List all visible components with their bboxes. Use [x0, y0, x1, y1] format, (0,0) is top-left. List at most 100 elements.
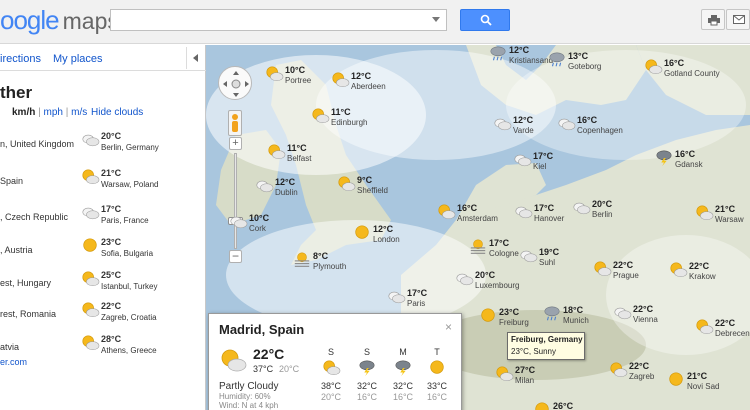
weather-source-link[interactable]: er.com — [0, 357, 27, 367]
partly-cloudy-icon — [592, 260, 612, 278]
cloudy-icon — [492, 115, 512, 133]
close-icon[interactable]: × — [445, 320, 452, 334]
marker-city: Suhl — [539, 258, 556, 267]
sun-icon — [352, 224, 372, 242]
panel-city-row[interactable]: 23°C Sofia, Bulgaria — [80, 235, 190, 265]
collapse-panel-button[interactable] — [186, 47, 206, 69]
panel-city-row[interactable]: 22°C Zagreb, Croatia — [80, 299, 190, 329]
marker-temperature: 17°C — [407, 288, 428, 298]
partly-cloudy-icon — [80, 168, 102, 188]
search-button[interactable] — [460, 9, 510, 31]
pan-control[interactable] — [218, 66, 252, 100]
panel-city-row[interactable]: 20°C Berlin, Germany — [80, 129, 190, 159]
panel-city-row[interactable]: 21°C Warsaw, Poland — [80, 166, 190, 196]
zoom-out-button[interactable]: − — [229, 250, 242, 263]
marker-city: Hanover — [534, 214, 565, 223]
unit-mph[interactable]: mph — [44, 107, 63, 118]
street-view-pegman-icon[interactable] — [228, 110, 242, 136]
current-low: 20°C — [279, 364, 300, 374]
zoom-in-button[interactable]: + — [229, 137, 242, 150]
zoom-slider-track[interactable] — [234, 153, 237, 249]
city-temperature: 20°C — [101, 131, 122, 141]
panel-left-place-row[interactable]: Spain — [0, 166, 78, 196]
marker-temperature: 13°C — [568, 51, 589, 61]
forecast-day-label: T — [434, 347, 440, 357]
partly-cloudy-icon — [321, 359, 341, 377]
forecast-high: 38°C — [320, 381, 342, 391]
google-maps-logo[interactable]: oogle maps — [0, 5, 119, 36]
tab-my-places[interactable]: My places — [53, 53, 103, 65]
panel-city-row[interactable]: 25°C Istanbul, Turkey — [80, 268, 190, 298]
side-panel: irections My places ther km/h | mph | m/… — [0, 45, 206, 410]
forecast-day: T 33°C 16°C — [423, 347, 451, 402]
envelope-icon — [733, 15, 745, 24]
city-temperature: 22°C — [101, 301, 122, 311]
marker-city: Belfast — [287, 154, 312, 163]
hide-clouds-link[interactable]: Hide clouds — [91, 107, 143, 118]
marker-city: Varde — [513, 126, 534, 135]
marker-city: Plymouth — [313, 262, 347, 271]
cloudy-icon — [80, 131, 102, 151]
city-name: Athens, Greece — [101, 346, 157, 355]
city-name: Berlin, Germany — [101, 143, 159, 152]
partly-cloudy-icon — [608, 361, 628, 379]
panel-left-place-row[interactable]: , Austria — [0, 235, 78, 265]
marker-city: Warsaw — [715, 215, 744, 224]
partly-cloudy-icon — [494, 365, 514, 383]
cloudy-icon — [228, 213, 248, 231]
marker-temperature: 12°C — [513, 115, 534, 125]
partly-cloudy-icon — [330, 71, 350, 89]
tab-get-directions[interactable]: irections — [0, 53, 41, 65]
place-name: Spain — [0, 176, 24, 186]
forecast-low: 16°C — [356, 392, 378, 402]
sun-icon — [427, 359, 447, 377]
forecast-low: 20°C — [320, 392, 342, 402]
marker-temperature: 12°C — [275, 177, 296, 187]
email-button[interactable] — [726, 9, 750, 30]
cloudy-icon — [386, 288, 406, 306]
marker-city: Luxembourg — [475, 281, 520, 290]
partly-cloudy-icon — [694, 204, 714, 222]
partly-cloudy-icon — [80, 301, 102, 321]
sun-icon — [666, 371, 686, 389]
panel-city-row[interactable]: 28°C Athens, Greece — [80, 332, 190, 362]
marker-city: Cologne — [489, 249, 519, 258]
panel-left-place-row[interactable]: n, United Kingdom — [0, 129, 78, 159]
marker-city: Prague — [613, 271, 639, 280]
city-temperature: 28°C — [101, 334, 122, 344]
marker-city: Goteborg — [568, 62, 602, 71]
marker-temperature: 22°C — [715, 318, 736, 328]
panel-city-row[interactable]: 17°C Paris, France — [80, 202, 190, 232]
marker-temperature: 10°C — [249, 213, 270, 223]
print-button[interactable] — [701, 9, 725, 30]
marker-temperature: 17°C — [534, 203, 555, 213]
city-name: Sofia, Bulgaria — [101, 249, 154, 258]
marker-city: Paris — [407, 299, 426, 308]
forecast-day-label: M — [399, 347, 407, 357]
marker-city: Krakow — [689, 272, 716, 281]
search-dropdown-caret-icon[interactable] — [432, 17, 440, 22]
panel-left-place-row[interactable]: est, Hungary — [0, 268, 78, 298]
tooltip-title: Freiburg, Germany — [511, 335, 583, 344]
panel-left-place-row[interactable]: , Czech Republic — [0, 202, 78, 232]
search-input[interactable] — [110, 9, 447, 31]
marker-temperature: 16°C — [664, 58, 685, 68]
cloudy-icon — [454, 270, 474, 288]
sun-icon — [532, 401, 552, 410]
panel-left-place-row[interactable]: rest, Romania — [0, 299, 78, 329]
place-name: , Czech Republic — [0, 212, 69, 222]
place-name: atvia — [0, 342, 20, 352]
wind-text: Wind: N at 4 kph — [219, 401, 279, 410]
current-high: 37°C — [253, 364, 274, 374]
unit-kmh[interactable]: km/h — [12, 107, 35, 118]
city-name: Zagreb, Croatia — [101, 313, 157, 322]
marker-temperature: 22°C — [613, 260, 634, 270]
partly-cloudy-icon — [221, 349, 247, 372]
city-temperature: 21°C — [101, 168, 122, 178]
unit-ms[interactable]: m/s — [71, 107, 87, 118]
marker-temperature: 17°C — [533, 151, 554, 161]
map-canvas[interactable]: + − 12°C Kristiansand 13°C Goteborg 16°C Gotl… — [206, 45, 750, 410]
marker-temperature: 23°C — [499, 307, 520, 317]
marker-temperature: 22°C — [689, 261, 710, 271]
place-name: rest, Romania — [0, 309, 57, 319]
